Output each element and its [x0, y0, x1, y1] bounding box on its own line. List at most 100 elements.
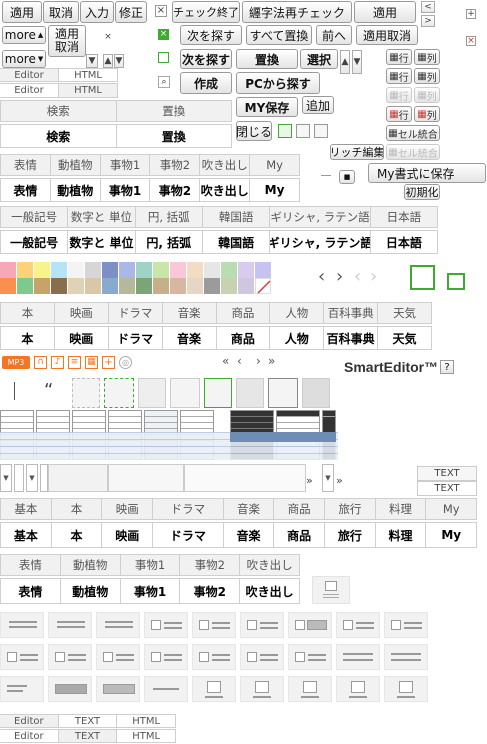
swatch[interactable] [170, 278, 186, 294]
layout-thumb[interactable] [288, 644, 332, 670]
close-icon-2[interactable]: × [103, 33, 113, 43]
layout-thumb[interactable] [48, 676, 92, 702]
arrow-left-icon[interactable]: ‹ [318, 266, 325, 287]
apply-cancel-button[interactable]: 適用 取消 [48, 25, 86, 57]
layout-thumb[interactable] [0, 612, 44, 638]
check-done-button[interactable]: チェック終了 [172, 1, 240, 23]
insert-col-button-1[interactable]: ▦ 列 [414, 49, 440, 65]
tab-thing2[interactable]: 事物2 [179, 554, 241, 576]
dropdown-field-3[interactable] [184, 464, 306, 492]
apply-button-2[interactable]: 適用 [354, 1, 416, 23]
tab-basic-active[interactable]: 基本 [0, 522, 52, 548]
swatch[interactable] [119, 278, 135, 294]
tab-search-active[interactable]: 検索 [0, 124, 117, 148]
dropdown-arrow-icon[interactable]: ▼ [0, 464, 12, 492]
tab-flora-active[interactable]: 動植物 [59, 578, 121, 604]
swatch[interactable] [119, 262, 135, 278]
cell-merge-button-disabled[interactable]: ▦ セル統合 [386, 144, 440, 160]
tab-html[interactable]: HTML [58, 83, 118, 98]
text-tab-2[interactable]: TEXT [417, 481, 477, 496]
tab-thing1[interactable]: 事物1 [119, 554, 181, 576]
dropdown-field[interactable] [48, 464, 108, 492]
dropdown-field-2[interactable] [108, 464, 184, 492]
layout-thumb[interactable] [48, 644, 92, 670]
tab-book[interactable]: 本 [50, 498, 103, 520]
fix-button[interactable]: 修正 [115, 1, 147, 23]
layout-thumb[interactable] [384, 612, 428, 638]
tab-drama[interactable]: ドラマ [152, 498, 224, 520]
layout-thumb[interactable] [192, 644, 236, 670]
tab-balloon[interactable]: 吹き出し [239, 554, 300, 576]
fast-forward-icon[interactable]: » [306, 474, 313, 487]
tab-html[interactable]: HTML [58, 68, 118, 82]
tab-thing1-active[interactable]: 事物1 [99, 178, 151, 202]
layout-thumb[interactable] [144, 612, 188, 638]
tab-thing2-active[interactable]: 事物2 [179, 578, 241, 604]
swatch[interactable] [17, 262, 33, 278]
swatch[interactable] [238, 278, 254, 294]
checkbox-icon[interactable] [158, 52, 169, 63]
tab-general[interactable]: 一般記号 [0, 206, 69, 228]
tab-person-active[interactable]: 人物 [269, 326, 325, 350]
tab-editor[interactable]: Editor [0, 83, 59, 98]
fast-forward-icon-2[interactable]: » [336, 474, 343, 487]
tab-book-active[interactable]: 本 [0, 326, 55, 350]
tab-basic[interactable]: 基本 [0, 498, 52, 520]
layout-thumb[interactable] [240, 644, 284, 670]
tab-weather-active[interactable]: 天気 [377, 326, 432, 350]
tab-japanese[interactable]: 日本語 [369, 206, 439, 228]
tab-book[interactable]: 本 [0, 302, 55, 324]
tab-movie-active[interactable]: 映画 [53, 326, 109, 350]
tab-flora[interactable]: 動植物 [49, 154, 101, 176]
tab-goods-active[interactable]: 商品 [273, 522, 325, 548]
tab-editor[interactable]: Editor [0, 714, 59, 728]
swatch[interactable] [136, 278, 152, 294]
thumb-green[interactable] [204, 378, 232, 408]
tab-greek-latin-active[interactable]: ギリシャ, ラテン語 [269, 230, 371, 254]
prev-button[interactable]: 前へ [316, 25, 352, 45]
more-dropdown-2[interactable]: more ▼ [2, 50, 46, 68]
no-color-swatch[interactable] [255, 278, 271, 294]
thumb[interactable] [138, 378, 166, 408]
tab-japanese-active[interactable]: 日本語 [369, 230, 439, 254]
layout-thumb[interactable] [288, 676, 332, 702]
align-left-icon[interactable] [278, 124, 292, 138]
swatch[interactable] [51, 262, 67, 278]
tab-bracket[interactable]: 円, 括弧 [134, 206, 203, 228]
select-box-large-icon[interactable] [410, 265, 435, 290]
thumb[interactable] [268, 378, 298, 408]
replace-all-button[interactable]: すべて置換 [246, 25, 312, 45]
tab-goods[interactable]: 商品 [215, 302, 271, 324]
find-from-pc-button[interactable]: PCから探す [236, 72, 320, 94]
swatch[interactable] [102, 262, 118, 278]
tab-editor[interactable]: Editor [0, 68, 59, 82]
swatch[interactable] [153, 278, 169, 294]
tab-html[interactable]: HTML [116, 714, 177, 728]
tab-travel-active[interactable]: 旅行 [323, 522, 376, 548]
swatch[interactable] [51, 278, 67, 294]
tab-music[interactable]: 音楽 [222, 498, 275, 520]
dropdown-icon[interactable]: ▼ [86, 54, 98, 68]
insert-row-button-3[interactable]: ▦ 行 [386, 87, 412, 103]
delete-row-button[interactable]: ▦ 行 [386, 106, 412, 122]
tab-goods-active[interactable]: 商品 [215, 326, 271, 350]
tab-my-active[interactable]: My [249, 178, 300, 202]
tab-face-active[interactable]: 表情 [0, 578, 61, 604]
rich-edit-button[interactable]: リッチ編集 [330, 144, 384, 160]
layout-thumb[interactable] [240, 612, 284, 638]
calendar-icon[interactable]: ▦ [85, 356, 98, 369]
swatch[interactable] [153, 262, 169, 278]
layout-thumb[interactable] [336, 612, 380, 638]
layout-thumb[interactable] [48, 612, 92, 638]
cd-icon[interactable]: ◎ [119, 356, 132, 369]
tab-thing2[interactable]: 事物2 [149, 154, 201, 176]
more-dropdown-1[interactable]: more ▲ [2, 26, 46, 44]
layout-thumb[interactable] [0, 644, 44, 670]
tab-movie[interactable]: 映画 [101, 498, 154, 520]
dropdown-arrow-icon-2[interactable]: ▼ [26, 464, 38, 492]
swatch[interactable] [170, 262, 186, 278]
tab-book-active[interactable]: 本 [50, 522, 103, 548]
align-right-icon[interactable] [314, 124, 328, 138]
tab-my[interactable]: My [425, 498, 478, 520]
headphone-icon[interactable]: ∩ [34, 356, 47, 369]
